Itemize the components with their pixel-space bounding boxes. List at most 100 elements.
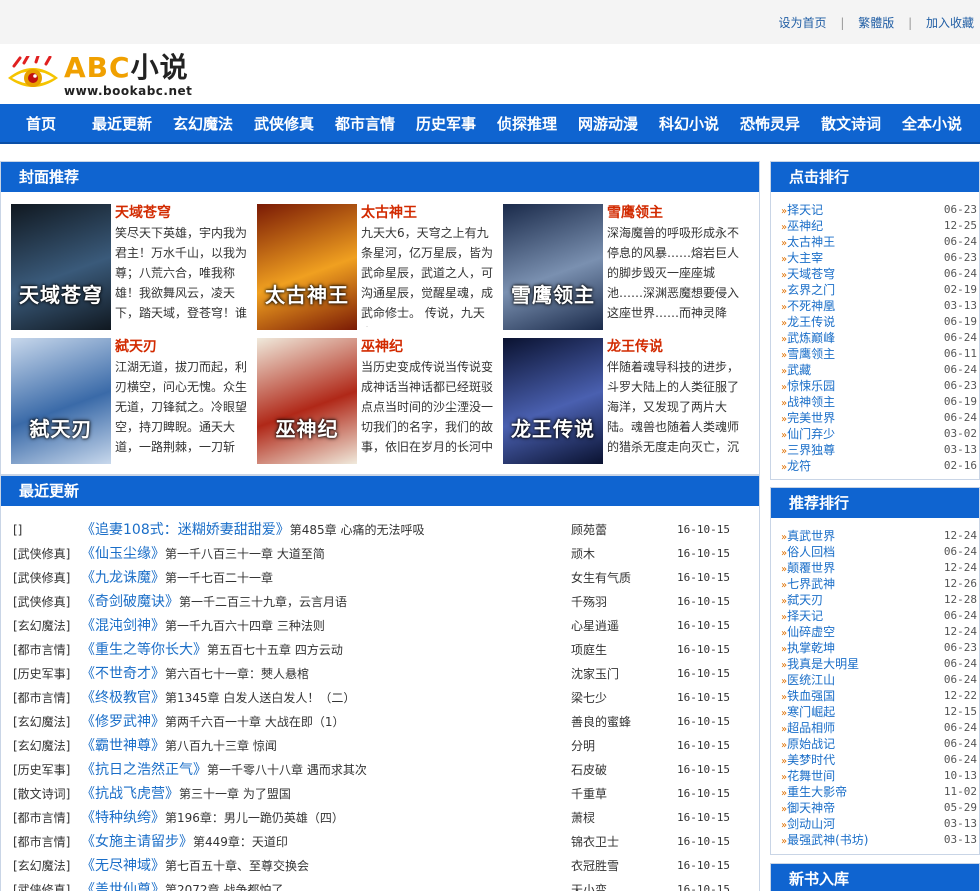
update-category[interactable]: [都市言情] [13,806,83,830]
rank-book-name-link[interactable]: 超品相师 [787,721,835,735]
rank-list-item[interactable]: »玄界之门 02-19 [781,282,977,298]
rank-list-item[interactable]: »完美世界 06-24 [781,410,977,426]
rank-list-item[interactable]: »我真是大明星 06-24 [781,656,977,672]
rank-list-item[interactable]: »武炼巅峰 06-24 [781,330,977,346]
book-cover-image[interactable]: 龙王传说 [503,338,603,464]
rank-list-item[interactable]: »弑天刃 12-28 [781,592,977,608]
cover-book-card[interactable]: 天域苍穹 天域苍穹 笑尽天下英雄，宇内我为君主！万水千山，以我为尊；八荒六合，唯我称… [11,204,251,330]
update-chapter-link[interactable]: 第1345章 白发人送白发人！（二） [165,691,355,705]
rank-list-item[interactable]: »医统江山 06-24 [781,672,977,688]
rank-list-item[interactable]: »花舞世间 10-13 [781,768,977,784]
rank-book-name-link[interactable]: 不死神凰 [787,299,835,313]
rank-list-item[interactable]: »大主宰 06-23 [781,250,977,266]
rank-list-item[interactable]: »剑动山河 03-13 [781,816,977,832]
update-category[interactable]: [玄幻魔法] [13,710,83,734]
book-cover-image[interactable]: 太古神王 [257,204,357,330]
update-book-name-link[interactable]: 《抗日之浩然正气》 [81,762,207,778]
rank-list-item[interactable]: »战神领主 06-19 [781,394,977,410]
rank-book-name-link[interactable]: 战神领主 [787,395,835,409]
nav-item-horror[interactable]: 恐怖灵异 [740,104,800,144]
cover-book-card[interactable]: 巫神纪 巫神纪 当历史变成传说当传说变成神话当神话都已经斑驳点点当时间的沙尘湮没一切… [257,338,497,464]
update-book-name-link[interactable]: 《奇剑破魔诀》 [81,594,179,610]
rank-book-name-link[interactable]: 弑天刃 [787,593,823,607]
rank-book-name-link[interactable]: 仙碎虚空 [787,625,835,639]
book-cover-image[interactable]: 弑天刃 [11,338,111,464]
book-title-link[interactable]: 弑天刃 [115,336,157,356]
update-category[interactable]: [玄幻魔法] [13,614,83,638]
book-title-link[interactable]: 龙王传说 [607,336,663,356]
rank-list-item[interactable]: »真武世界 12-24 [781,528,977,544]
update-book-name-link[interactable]: 《无尽神域》 [81,858,165,874]
add-favorite-link[interactable]: 加入收藏 [926,16,974,30]
update-category[interactable]: [] [13,518,83,542]
rank-book-name-link[interactable]: 花舞世间 [787,769,835,783]
nav-item-poetry[interactable]: 散文诗词 [821,104,881,144]
cover-book-card[interactable]: 太古神王 太古神王 九天大6，天穹之上有九条星河，亿万星辰，皆为武命星辰，武道之人，… [257,204,497,330]
nav-item-scifi[interactable]: 科幻小说 [659,104,719,144]
update-category[interactable]: [武侠修真] [13,878,83,891]
rank-list-item[interactable]: »御天神帝 05-29 [781,800,977,816]
book-cover-image[interactable]: 天域苍穹 [11,204,111,330]
rank-list-item[interactable]: »择天记 06-24 [781,608,977,624]
update-category[interactable]: [历史军事] [13,758,83,782]
rank-book-name-link[interactable]: 最强武神(书坊) [787,833,868,847]
rank-list-item[interactable]: »美梦时代 06-24 [781,752,977,768]
rank-list-item[interactable]: »最强武神(书坊) 03-13 [781,832,977,848]
update-category[interactable]: [武侠修真] [13,566,83,590]
update-chapter-link[interactable]: 第485章 心痛的无法呼吸 [290,523,425,537]
update-chapter-link[interactable]: 第一千九百六十四章 三种法则 [165,619,325,633]
rank-list-item[interactable]: »惊悚乐园 06-23 [781,378,977,394]
update-book-name-link[interactable]: 《终极教官》 [81,690,165,706]
rank-list-item[interactable]: »执掌乾坤 06-23 [781,640,977,656]
update-book-name-link[interactable]: 《特种纨绔》 [81,810,165,826]
rank-list-item[interactable]: »仙碎虚空 12-24 [781,624,977,640]
update-category[interactable]: [散文诗词] [13,782,83,806]
set-homepage-link[interactable]: 设为首页 [779,16,827,30]
book-title-link[interactable]: 太古神王 [361,202,417,222]
rank-book-name-link[interactable]: 颠覆世界 [787,561,835,575]
rank-book-name-link[interactable]: 武炼巅峰 [787,331,835,345]
rank-book-name-link[interactable]: 御天神帝 [787,801,835,815]
book-title-link[interactable]: 巫神纪 [361,336,403,356]
rank-book-name-link[interactable]: 玄界之门 [787,283,835,297]
rank-list-item[interactable]: »三界独尊 03-13 [781,442,977,458]
rank-book-name-link[interactable]: 寒门崛起 [787,705,835,719]
rank-list-item[interactable]: »七界武神 12-26 [781,576,977,592]
rank-list-item[interactable]: »雪鹰领主 06-11 [781,346,977,362]
update-chapter-link[interactable]: 第一千七百二十一章 [165,571,273,585]
update-chapter-link[interactable]: 第449章：天道印 [193,835,288,849]
rank-list-item[interactable]: »龙符 02-16 [781,458,977,474]
update-category[interactable]: [都市言情] [13,638,83,662]
rank-book-name-link[interactable]: 雪鹰领主 [787,347,835,361]
rank-book-name-link[interactable]: 仙门弃少 [787,427,835,441]
nav-item-wuxia[interactable]: 武侠修真 [254,104,314,144]
update-chapter-link[interactable]: 第七百五十章、至尊交换会 [165,859,309,873]
rank-book-name-link[interactable]: 武藏 [787,363,811,377]
update-chapter-link[interactable]: 第六百七十一章：僰人悬棺 [165,667,309,681]
nav-item-latest[interactable]: 最近更新 [92,104,152,144]
rank-book-name-link[interactable]: 龙符 [787,459,811,473]
rank-list-item[interactable]: »龙王传说 06-19 [781,314,977,330]
nav-item-detective[interactable]: 侦探推理 [497,104,557,144]
rank-book-name-link[interactable]: 铁血强国 [787,689,835,703]
rank-book-name-link[interactable]: 太古神王 [787,235,835,249]
rank-list-item[interactable]: »铁血强国 12-22 [781,688,977,704]
update-book-name-link[interactable]: 《重生之等你长大》 [81,642,207,658]
update-category[interactable]: [都市言情] [13,686,83,710]
rank-list-item[interactable]: »颠覆世界 12-24 [781,560,977,576]
update-chapter-link[interactable]: 第一千零八十八章 遇而求其次 [207,763,367,777]
update-chapter-link[interactable]: 第八百九十三章 惊闻 [165,739,277,753]
rank-list-item[interactable]: »超品相师 06-24 [781,720,977,736]
rank-list-item[interactable]: »巫神纪 12-25 [781,218,977,234]
rank-list-item[interactable]: »武藏 06-24 [781,362,977,378]
update-book-name-link[interactable]: 《抗战飞虎营》 [81,786,179,802]
update-chapter-link[interactable]: 第196章：男儿一跪仍英雄（四） [165,811,344,825]
cover-book-card[interactable]: 弑天刃 弑天刃 江湖无道，拔刀而起，利刃横空，问心无愧。众生无道，刀锋弑之。冷眼望空… [11,338,251,464]
update-book-name-link[interactable]: 《九龙诛魔》 [81,570,165,586]
nav-item-urban[interactable]: 都市言情 [335,104,395,144]
rank-list-item[interactable]: »太古神王 06-24 [781,234,977,250]
nav-item-complete[interactable]: 全本小说 [902,104,962,144]
update-category[interactable]: [历史军事] [13,662,83,686]
rank-list-item[interactable]: »俗人回档 06-24 [781,544,977,560]
rank-list-item[interactable]: »不死神凰 03-13 [781,298,977,314]
